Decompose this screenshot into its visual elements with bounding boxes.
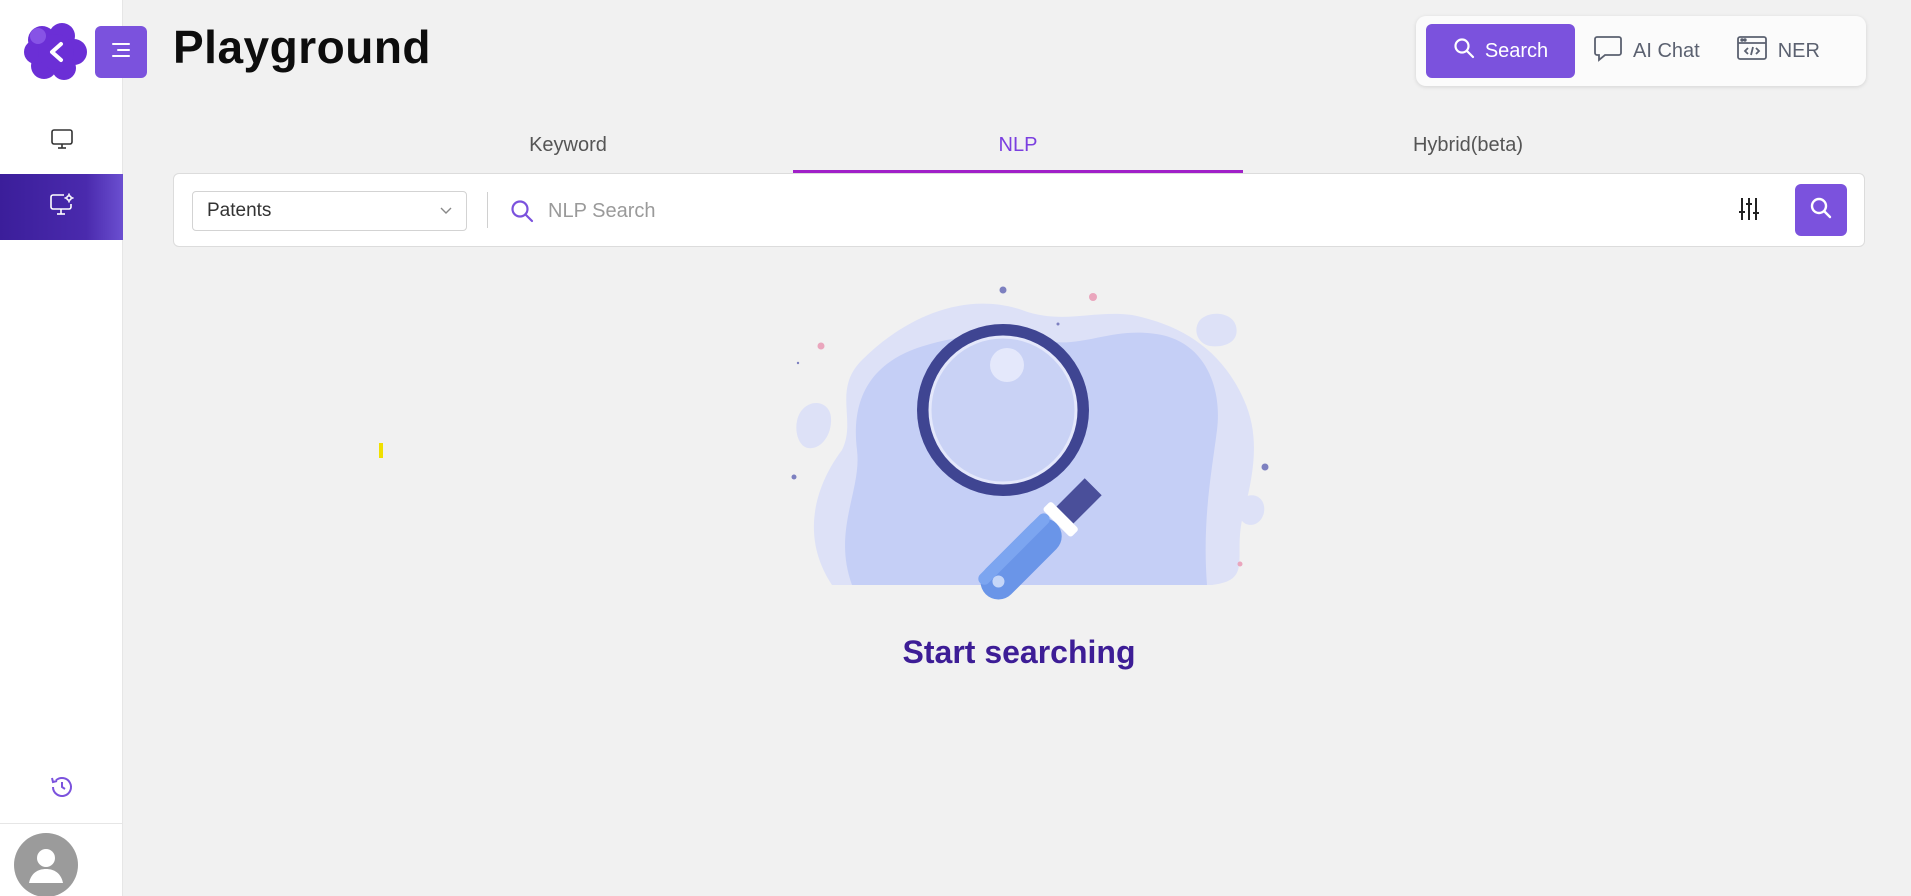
tab-hybrid[interactable]: Hybrid(beta) (1243, 118, 1693, 173)
search-submit-button[interactable] (1795, 184, 1847, 236)
dataset-select-value: Patents (207, 200, 272, 221)
chat-icon (1593, 34, 1623, 68)
mode-ner-button[interactable]: NER (1718, 24, 1838, 78)
search-field-icon (509, 198, 535, 229)
cursor-mark (379, 443, 383, 458)
sidebar-item-history[interactable] (0, 756, 123, 822)
mode-ner-label: NER (1777, 39, 1820, 62)
sliders-icon (1737, 196, 1761, 227)
avatar[interactable] (14, 833, 78, 896)
search-bar: Patents (173, 173, 1865, 247)
user-avatar-icon (14, 849, 78, 896)
menu-toggle-button[interactable] (95, 26, 147, 78)
tab-nlp[interactable]: NLP (793, 118, 1243, 173)
mode-ai-chat-button[interactable]: AI Chat (1575, 24, 1718, 78)
code-window-icon (1736, 34, 1768, 68)
search-icon (1453, 37, 1475, 65)
menu-icon (109, 40, 133, 65)
page-title: Playground (173, 21, 432, 73)
monitor-settings-icon (49, 192, 75, 223)
search-icon (1809, 196, 1833, 225)
search-divider (487, 192, 488, 228)
mode-ai-chat-label: AI Chat (1633, 39, 1700, 62)
nlp-search-input[interactable] (548, 191, 1648, 231)
tab-keyword[interactable]: Keyword (343, 118, 793, 173)
filter-settings-button[interactable] (1734, 196, 1764, 226)
chevron-down-icon (438, 202, 454, 224)
dataset-select[interactable]: Patents (192, 191, 467, 231)
mode-switch: Search AI Chat NER (1416, 16, 1866, 86)
monitor-icon (50, 127, 74, 156)
sidebar-item-monitor-settings[interactable] (0, 174, 123, 240)
empty-state-title: Start searching (902, 634, 1136, 670)
app-logo[interactable] (24, 22, 88, 80)
history-icon (49, 774, 75, 805)
mode-search-button[interactable]: Search (1426, 24, 1575, 78)
sidebar-item-monitor[interactable] (0, 108, 123, 174)
sidebar (0, 0, 123, 896)
search-type-tabs: Keyword NLP Hybrid(beta) (343, 118, 1693, 173)
magnifying-glass-illustration (762, 280, 1282, 610)
sidebar-divider (0, 823, 123, 824)
mode-search-label: Search (1484, 39, 1549, 62)
